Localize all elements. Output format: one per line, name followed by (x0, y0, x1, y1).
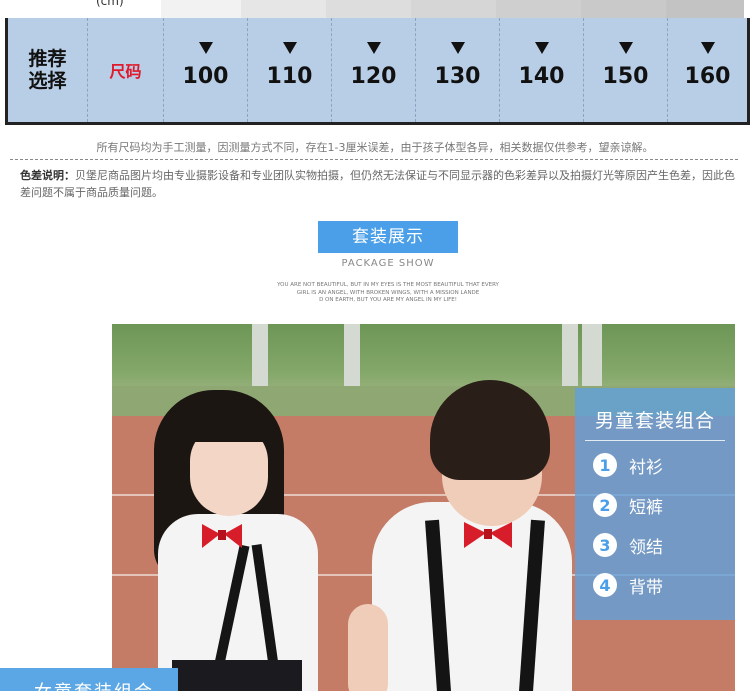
down-triangle-icon (534, 42, 549, 54)
package-show-subtitle: PACKAGE SHOW (341, 258, 435, 269)
number-circle-icon: 4 (593, 573, 617, 597)
size-option-160[interactable]: 160 (668, 18, 747, 122)
down-triangle-icon (450, 42, 465, 54)
set-item-shorts: 2 短裤 (593, 492, 663, 518)
down-triangle-icon (366, 42, 381, 54)
recommend-label: 推荐 选择 (28, 48, 67, 92)
set-item-shirt: 1 衬衫 (593, 452, 663, 478)
down-triangle-icon (282, 42, 297, 54)
size-option-140[interactable]: 140 (500, 18, 584, 122)
unit-fragment: (cm) (96, 0, 124, 8)
size-unit-cell: 尺码 (88, 18, 164, 122)
number-circle-icon: 2 (593, 493, 617, 517)
color-difference-note: 色差说明：贝堡尼商品图片均由专业摄影设备和专业团队实物拍摄，但仍然无法保证与不同… (20, 167, 736, 201)
boys-set-card: 男童套装组合 1 衬衫 2 短裤 3 领结 4 背带 (575, 388, 735, 620)
set-item-bowtie: 3 领结 (593, 532, 663, 558)
color-note-text: 贝堡尼商品图片均由专业摄影设备和专业团队实物拍摄，但仍然无法保证与不同显示器的色… (20, 169, 735, 199)
card-divider (585, 440, 725, 441)
red-bow-icon (464, 522, 512, 548)
down-triangle-icon (700, 42, 715, 54)
size-option-130[interactable]: 130 (416, 18, 500, 122)
girls-set-title: 女童套装组合 (34, 678, 154, 691)
red-bow-icon (202, 524, 242, 548)
size-option-110[interactable]: 110 (248, 18, 332, 122)
package-show-title: 套装展示 (318, 221, 458, 253)
size-option-150[interactable]: 150 (584, 18, 668, 122)
size-recommend-row: 推荐 选择 尺码 100 110 120 130 140 150 160 (5, 18, 750, 125)
previous-row-strip: (cm) (0, 0, 750, 18)
set-item-suspenders: 4 背带 (593, 572, 663, 598)
color-note-label: 色差说明： (20, 169, 75, 182)
boys-set-title: 男童套装组合 (594, 410, 715, 432)
recommend-label-cell: 推荐 选择 (8, 18, 88, 122)
english-tagline: YOU ARE NOT BEAUTIFUL, BUT IN MY EYES IS… (277, 282, 499, 303)
size-option-100[interactable]: 100 (164, 18, 248, 122)
number-circle-icon: 3 (593, 533, 617, 557)
size-option-120[interactable]: 120 (332, 18, 416, 122)
down-triangle-icon (198, 42, 213, 54)
dashed-divider (10, 159, 738, 160)
down-triangle-icon (618, 42, 633, 54)
number-circle-icon: 1 (593, 453, 617, 477)
size-unit-label: 尺码 (109, 62, 142, 81)
measurement-note: 所有尺码均为手工测量，因测量方式不同，存在1-3厘米误差，由于孩子体型各异，相关… (96, 141, 654, 154)
girls-set-banner: 女童套装组合 (0, 668, 178, 691)
